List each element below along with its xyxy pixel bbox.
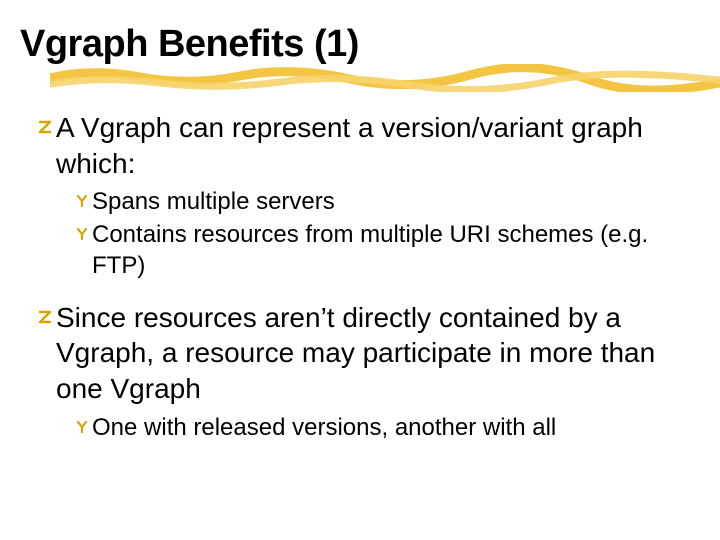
sub-bullet-text: One with released versions, another with… <box>92 413 556 444</box>
y-bullet-icon <box>74 416 90 438</box>
sub-bullet-text: Spans multiple servers <box>92 187 335 218</box>
bullet-text: Since resources aren’t directly containe… <box>56 300 694 407</box>
sub-list: Spans multiple servers Contains resource… <box>74 187 694 281</box>
sub-bullet-item: Spans multiple servers <box>74 187 694 218</box>
sub-bullet-item: Contains resources from multiple URI sch… <box>74 220 694 281</box>
z-bullet-icon <box>36 114 54 140</box>
y-bullet-icon <box>74 223 90 245</box>
z-bullet-icon <box>36 304 54 330</box>
bullet-item: A Vgraph can represent a version/variant… <box>36 110 694 282</box>
sub-list: One with released versions, another with… <box>74 413 694 444</box>
bullet-item: Since resources aren’t directly containe… <box>36 300 694 444</box>
slide: Vgraph Benefits (1) A Vgraph can represe… <box>0 0 720 540</box>
slide-title: Vgraph Benefits (1) <box>20 24 700 66</box>
sub-bullet-item: One with released versions, another with… <box>74 413 694 444</box>
slide-body: A Vgraph can represent a version/variant… <box>20 110 700 444</box>
title-wrap: Vgraph Benefits (1) <box>20 24 700 66</box>
bullet-text: A Vgraph can represent a version/variant… <box>56 110 694 182</box>
y-bullet-icon <box>74 190 90 212</box>
title-underline <box>50 64 720 92</box>
sub-bullet-text: Contains resources from multiple URI sch… <box>92 220 694 281</box>
